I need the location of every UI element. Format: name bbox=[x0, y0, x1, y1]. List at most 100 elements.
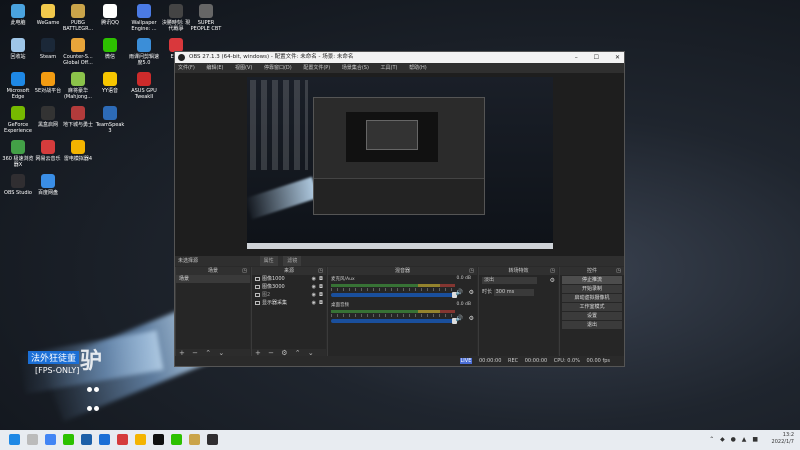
menu-profile[interactable]: 配置文件(P) bbox=[303, 65, 330, 71]
clock[interactable]: 13:2 2022/1/7 bbox=[772, 432, 794, 446]
preview-canvas[interactable] bbox=[247, 77, 553, 249]
desktop-icon[interactable]: YY语音 bbox=[94, 72, 126, 94]
desktop-icon[interactable]: 地下城与勇士 bbox=[62, 106, 94, 128]
close-icon[interactable]: ✕ bbox=[615, 54, 620, 61]
stop-streaming-button[interactable]: 停止推流 bbox=[562, 276, 622, 284]
minimize-icon[interactable]: – bbox=[575, 54, 578, 61]
desktop-icon[interactable]: Wallpaper Engine: ... bbox=[128, 4, 160, 32]
menu-view[interactable]: 视图(V) bbox=[235, 65, 252, 71]
transition-type-select[interactable]: 淡出 bbox=[482, 277, 537, 284]
menu-edit[interactable]: 编辑(E) bbox=[206, 65, 223, 71]
menu-tools[interactable]: 工具(T) bbox=[381, 65, 398, 71]
app-icon bbox=[41, 38, 55, 52]
lock-icon[interactable]: ◘ bbox=[319, 275, 323, 283]
start-recording-button[interactable]: 开始录制 bbox=[562, 285, 622, 293]
gear-icon[interactable]: ⚙ bbox=[469, 315, 474, 322]
desktop-icon[interactable]: 网易云音乐 bbox=[32, 140, 64, 162]
visibility-icon[interactable]: ◉ bbox=[312, 275, 316, 283]
desktop-icon[interactable]: 回收站 bbox=[2, 38, 34, 60]
app-icon bbox=[71, 106, 85, 120]
source-item[interactable]: 显示器采集 ◉ ◘ bbox=[252, 299, 326, 307]
desktop-icon[interactable]: PUBG BATTLEGR... bbox=[62, 4, 94, 32]
desktop-icon[interactable]: Steam bbox=[32, 38, 64, 60]
app-icon bbox=[41, 72, 55, 86]
volume-slider[interactable] bbox=[331, 292, 457, 298]
menu-help[interactable]: 帮助(H) bbox=[409, 65, 427, 71]
source-item[interactable]: 图像3000 ◉ ◘ bbox=[252, 283, 326, 291]
studio-mode-button[interactable]: 工作室模式 bbox=[562, 303, 622, 311]
desktop-icon[interactable]: SUPER PEOPLE CBT bbox=[190, 4, 222, 32]
properties-button[interactable]: 属性 bbox=[259, 256, 278, 266]
desktop-icon[interactable]: ASUS GPU TweakII bbox=[128, 72, 160, 100]
lock-icon[interactable]: ◘ bbox=[319, 291, 323, 299]
desktop-icon[interactable]: 此电脑 bbox=[2, 4, 34, 26]
obs-logo-icon bbox=[178, 54, 185, 61]
maximize-icon[interactable]: ☐ bbox=[594, 54, 599, 61]
desktop-icon[interactable]: 麻将豪华 (Mahjong... bbox=[62, 72, 94, 100]
obs-title-bar[interactable]: OBS 27.1.3 (64-bit, windows) - 配置文件: 未命名… bbox=[175, 52, 624, 63]
desktop-icon[interactable]: TeamSpeak 3 bbox=[94, 106, 126, 134]
start-virtual-camera-button[interactable]: 启动虚拟摄像机 bbox=[562, 294, 622, 302]
desktop-icon[interactable]: 5E对战平台 bbox=[32, 72, 64, 94]
obs-window-title: OBS 27.1.3 (64-bit, windows) - 配置文件: 未命名… bbox=[189, 54, 354, 60]
dock-float-icon[interactable]: ◳ bbox=[469, 267, 474, 275]
menu-docks[interactable]: 停靠窗口(D) bbox=[264, 65, 292, 71]
desktop-icon[interactable]: WeGame bbox=[32, 4, 64, 26]
speaker-icon[interactable]: 🔊 bbox=[456, 289, 463, 296]
visibility-icon[interactable]: ◉ bbox=[312, 291, 316, 299]
desktop-icon[interactable]: 黑盒启网 bbox=[32, 106, 64, 128]
dock-float-icon[interactable]: ◳ bbox=[318, 267, 323, 275]
taskbar-app-icon[interactable] bbox=[189, 434, 200, 445]
taskbar-app-icon[interactable] bbox=[63, 434, 74, 445]
dock-float-icon[interactable]: ◳ bbox=[242, 267, 247, 275]
gear-icon[interactable]: ⚙ bbox=[550, 277, 555, 284]
volume-slider[interactable] bbox=[331, 318, 457, 324]
gear-icon[interactable]: ⚙ bbox=[469, 289, 474, 296]
desktop-icon[interactable]: 雨课问剪辑速度5.0 bbox=[128, 38, 160, 66]
source-item[interactable]: 图像1000 ◉ ◘ bbox=[252, 275, 326, 283]
duration-input[interactable]: 300 ms bbox=[493, 289, 534, 296]
taskbar-app-icon[interactable] bbox=[45, 434, 56, 445]
app-icon bbox=[199, 4, 213, 18]
visibility-icon[interactable]: ◉ bbox=[312, 299, 316, 307]
menu-file[interactable]: 文件(F) bbox=[178, 65, 195, 71]
desktop-icon[interactable]: 百度网盘 bbox=[32, 174, 64, 196]
desktop-icon[interactable]: OBS Studio bbox=[2, 174, 34, 196]
taskbar-app-icon[interactable] bbox=[171, 434, 182, 445]
desktop-icon[interactable]: 360 极速浏览器X bbox=[2, 140, 34, 168]
scene-item[interactable]: 场景 bbox=[176, 275, 250, 283]
desktop-icon[interactable]: 微信 bbox=[94, 38, 126, 60]
taskbar-app-icon[interactable] bbox=[99, 434, 110, 445]
taskbar-app-icon[interactable] bbox=[207, 434, 218, 445]
overlay-fps-tag: [FPS-ONLY] bbox=[35, 366, 80, 375]
speaker-icon[interactable]: 🔊 bbox=[456, 315, 463, 322]
desktop-icon-label: 雨课问剪辑速度5.0 bbox=[128, 54, 159, 66]
settings-button[interactable]: 设置 bbox=[562, 312, 622, 320]
exit-button[interactable]: 退出 bbox=[562, 321, 622, 329]
source-item[interactable]: 图2 ◉ ◘ bbox=[252, 291, 326, 299]
taskbar-app-icon[interactable] bbox=[81, 434, 92, 445]
desktop-icon-label: Microsoft Edge bbox=[6, 88, 30, 100]
taskbar-app-icon[interactable] bbox=[9, 434, 20, 445]
system-tray-icons[interactable]: ⌃ ◆ ● ▲ ■ bbox=[709, 436, 760, 443]
preview-desktop-icons bbox=[250, 80, 308, 170]
desktop-icon[interactable]: 決勝時刻: 現代戰爭 bbox=[160, 4, 192, 32]
taskbar-app-icon[interactable] bbox=[27, 434, 38, 445]
desktop-icon-label: SUPER PEOPLE CBT bbox=[190, 20, 222, 32]
desktop-icon[interactable]: 雷电模拟器4 bbox=[62, 140, 94, 162]
dock-float-icon[interactable]: ◳ bbox=[616, 267, 621, 275]
app-icon bbox=[103, 106, 117, 120]
menu-scene-collection[interactable]: 场景集合(S) bbox=[342, 65, 369, 71]
desktop-icon[interactable]: 腾讯QQ bbox=[94, 4, 126, 26]
desktop-icon[interactable]: Counter-S... Global Off... bbox=[62, 38, 94, 66]
taskbar-app-icon[interactable] bbox=[135, 434, 146, 445]
desktop-icon[interactable]: Microsoft Edge bbox=[2, 72, 34, 100]
lock-icon[interactable]: ◘ bbox=[319, 299, 323, 307]
desktop-icon[interactable]: GeForce Experience bbox=[2, 106, 34, 134]
filters-button[interactable]: 滤镜 bbox=[283, 256, 302, 266]
taskbar-app-icon[interactable] bbox=[153, 434, 164, 445]
visibility-icon[interactable]: ◉ bbox=[312, 283, 316, 291]
lock-icon[interactable]: ◘ bbox=[319, 283, 323, 291]
taskbar-app-icon[interactable] bbox=[117, 434, 128, 445]
dock-float-icon[interactable]: ◳ bbox=[550, 267, 555, 275]
